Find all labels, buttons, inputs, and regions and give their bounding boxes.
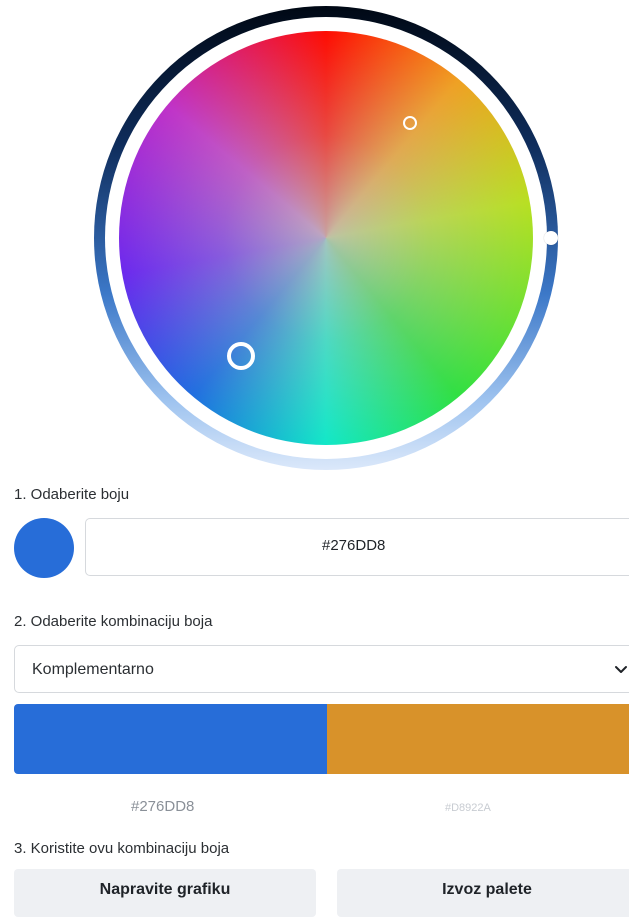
- combination-select[interactable]: Komplementarno: [14, 645, 629, 693]
- chevron-down-icon[interactable]: [613, 661, 629, 677]
- palette-swatch-primary[interactable]: [14, 704, 327, 774]
- export-palette-button[interactable]: Izvoz palete: [337, 869, 629, 917]
- selected-color-marker[interactable]: [227, 342, 255, 370]
- hue-disc[interactable]: [119, 31, 533, 445]
- step2-label: 2. Odaberite kombinaciju boja: [14, 613, 213, 630]
- palette-hex-label-complementary: #D8922A: [445, 802, 491, 814]
- selected-color-swatch[interactable]: [14, 518, 74, 578]
- combination-select-value[interactable]: Komplementarno: [32, 661, 154, 679]
- complementary-color-marker[interactable]: [403, 116, 417, 130]
- hex-color-input-value[interactable]: #276DD8: [322, 537, 385, 554]
- step1-label: 1. Odaberite boju: [14, 486, 130, 503]
- brightness-handle[interactable]: [544, 231, 558, 245]
- color-wheel[interactable]: [94, 6, 558, 470]
- palette-swatch-complementary[interactable]: [327, 704, 629, 774]
- step3-label: 3. Koristite ovu kombinaciju boja: [14, 840, 230, 857]
- palette-hex-label-primary: #276DD8: [131, 798, 195, 815]
- palette-strip: [14, 704, 629, 774]
- create-graphic-button[interactable]: Napravite grafiku: [14, 869, 316, 917]
